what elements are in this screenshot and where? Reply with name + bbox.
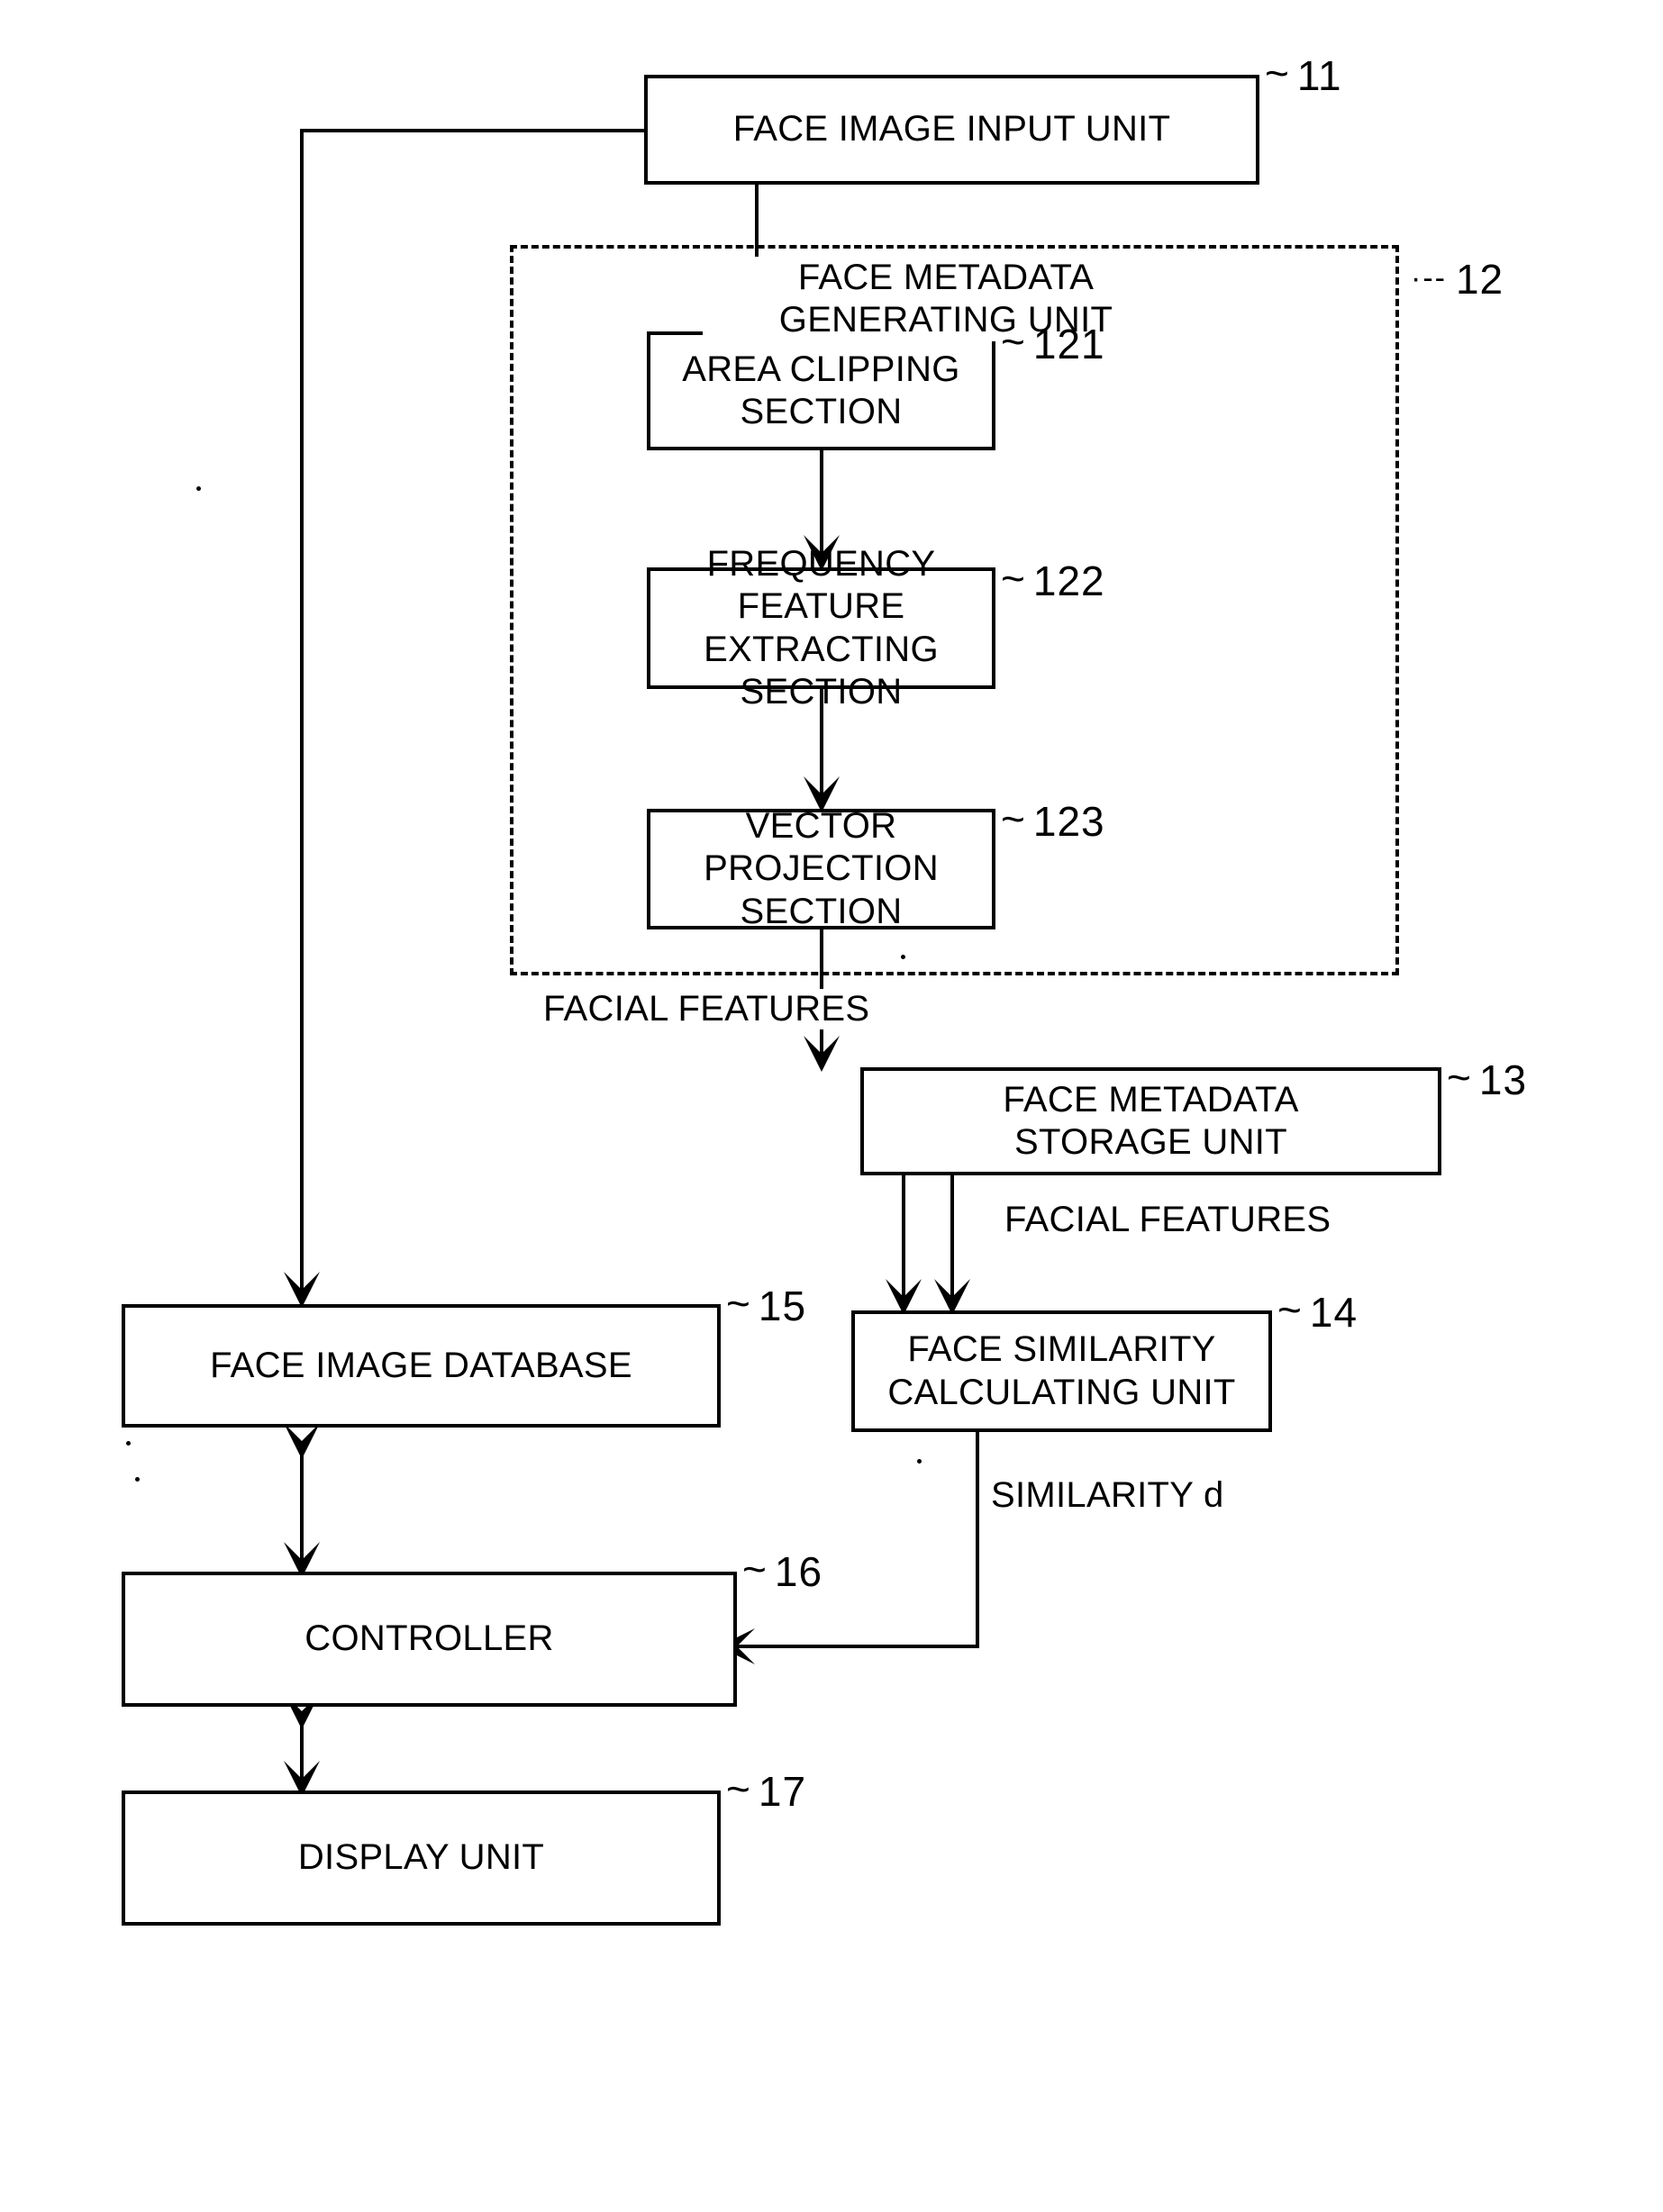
scan-speck [917,1459,922,1464]
leader-tilde-11: ~ [1265,50,1290,96]
ref-number-12: 12 [1455,256,1504,303]
controller-box[interactable]: CONTROLLER [122,1572,737,1707]
ref-number-15: 15 [758,1283,807,1329]
ref-label-11: ~11 [1265,50,1342,100]
b14-line-1: FACE SIMILARITY [907,1329,1216,1370]
leader-tilde-14: ~ [1277,1286,1303,1333]
frequency-feature-extracting-section-box[interactable]: FREQUENCY FEATURE EXTRACTING SECTION [647,544,995,712]
b122-line-1: FREQUENCY FEATURE [706,544,936,627]
ref-number-122: 122 [1032,558,1105,604]
facial-features-text-lower: FACIAL FEATURES [1004,1200,1331,1239]
ref-label-12: ·-- 12 [1411,255,1504,304]
face-similarity-calculating-unit-box[interactable]: FACE SIMILARITY CALCULATING UNIT [851,1310,1272,1432]
ref-label-123: ~123 [1001,795,1105,846]
leader-tilde-122: ~ [1001,555,1026,602]
b13-line-2: STORAGE UNIT [1014,1122,1287,1162]
vector-projection-section-label: VECTOR PROJECTION SECTION [650,805,992,933]
scan-speck [126,1441,131,1446]
b14-line-2: CALCULATING UNIT [887,1372,1236,1412]
ref-label-121: ~121 [1001,318,1105,368]
ref-number-14: 14 [1309,1289,1359,1336]
frequency-feature-extracting-section-label: FREQUENCY FEATURE EXTRACTING SECTION [650,543,992,713]
scan-speck [196,486,201,491]
similarity-d-label: SIMILARITY d [991,1475,1224,1516]
face-image-database-box[interactable]: FACE IMAGE DATABASE [122,1304,721,1428]
ref-label-13: ~13 [1447,1054,1528,1104]
diagram-canvas: FACE METADATA GENERATING UNIT ·-- 12 FACE… [0,0,1663,2212]
face-metadata-storage-unit-label: FACE METADATA STORAGE UNIT [1003,1079,1298,1164]
face-image-database-label: FACE IMAGE DATABASE [210,1345,632,1385]
ref-label-14: ~14 [1277,1286,1359,1337]
facial-features-text-upper: FACIAL FEATURES [543,989,870,1029]
similarity-d-text: SIMILARITY d [991,1475,1224,1515]
face-image-input-unit-box[interactable]: FACE IMAGE INPUT UNIT [644,75,1259,185]
display-unit-box[interactable]: DISPLAY UNIT [122,1790,721,1926]
area-clipping-section-label: AREA CLIPPING SECTION [682,349,960,431]
face-similarity-calculating-unit-label: FACE SIMILARITY CALCULATING UNIT [887,1328,1235,1413]
ref-label-16: ~16 [742,1546,823,1596]
ref-label-122: ~122 [1001,555,1105,605]
facial-features-label-lower: FACIAL FEATURES [1004,1200,1331,1240]
b123-line-2: SECTION [740,891,903,931]
ref-number-16: 16 [774,1548,823,1595]
ref-number-17: 17 [758,1768,807,1815]
ref-number-121: 121 [1032,321,1105,367]
leader-tilde-13: ~ [1447,1054,1472,1101]
ref-number-123: 123 [1032,798,1105,845]
ref-label-15: ~15 [726,1280,807,1330]
face-metadata-generating-unit-title: FACE METADATA GENERATING UNIT [703,257,1189,342]
controller-label: CONTROLLER [304,1618,554,1659]
leader-tilde-17: ~ [726,1765,751,1812]
display-unit-label: DISPLAY UNIT [297,1837,545,1878]
ref-number-13: 13 [1478,1056,1528,1103]
facial-features-label-upper: FACIAL FEATURES [543,989,870,1029]
ref-label-17: ~17 [726,1765,807,1816]
b13-line-1: FACE METADATA [1003,1079,1299,1120]
leader-tilde-15: ~ [726,1280,751,1327]
group-title-line-1: FACE METADATA [797,258,1095,297]
leader-tilde-123: ~ [1001,795,1026,842]
vector-projection-section-box[interactable]: VECTOR PROJECTION SECTION [647,806,995,931]
scan-speck [135,1477,140,1482]
leader-tilde-121: ~ [1001,318,1026,365]
face-image-input-unit-label: FACE IMAGE INPUT UNIT [732,109,1171,150]
scan-speck [901,955,905,959]
leader-dash-12: ·-- [1411,261,1447,295]
b122-line-2: EXTRACTING SECTION [704,629,939,712]
ref-number-11: 11 [1296,52,1342,99]
face-metadata-storage-unit-box[interactable]: FACE METADATA STORAGE UNIT [860,1067,1441,1175]
b123-line-1: VECTOR PROJECTION [704,806,939,889]
leader-tilde-16: ~ [742,1546,768,1592]
area-clipping-section-box[interactable]: AREA CLIPPING SECTION [647,331,995,450]
